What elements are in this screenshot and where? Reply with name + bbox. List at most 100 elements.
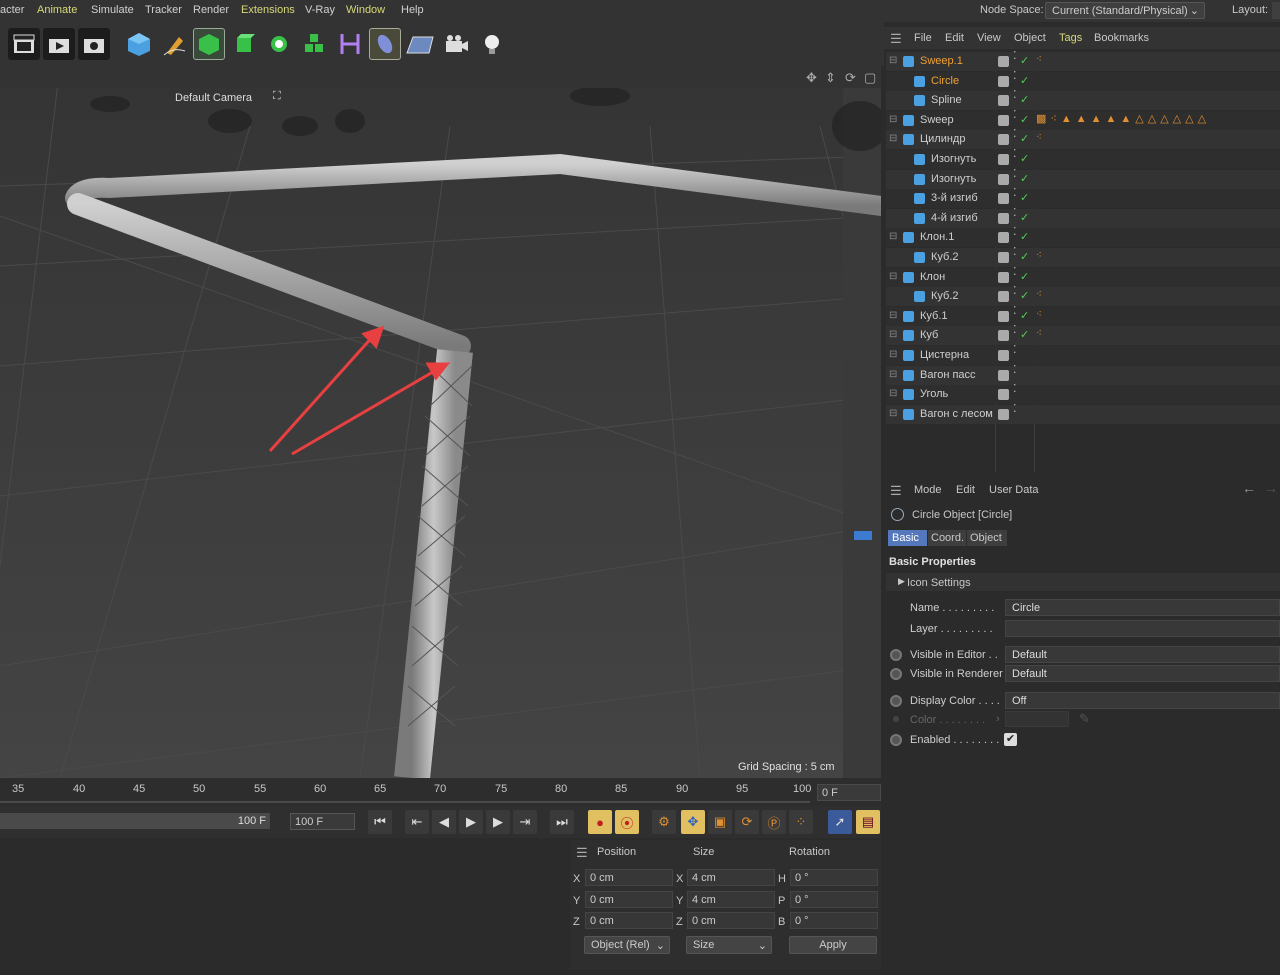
material-tag-icon[interactable]: ⁖ <box>1036 289 1042 300</box>
enabled-check-icon[interactable]: ✓ <box>1020 230 1029 243</box>
tab-coord[interactable]: Coord. <box>928 530 966 546</box>
apply-button[interactable]: Apply <box>789 936 877 954</box>
pen-button[interactable] <box>158 28 190 60</box>
object-row[interactable]: ⊟ Клон.1 ⁚ ✓ <box>886 227 1280 248</box>
display-color-select[interactable]: Off <box>1005 692 1280 709</box>
size-x-field[interactable]: 4 cm <box>687 869 775 886</box>
object-row[interactable]: ⊟ Sweep.1 ⁚ ✓ ⁖ <box>886 51 1280 71</box>
key-scale-button[interactable]: ▣ <box>708 810 732 834</box>
object-row[interactable]: 3-й изгиб ⁚ ✓ <box>886 188 1280 209</box>
autokey-button[interactable]: ⦿ <box>615 810 639 834</box>
layer-icon[interactable] <box>998 330 1009 342</box>
frame-range-slider[interactable]: 100 F <box>0 813 270 829</box>
object-row[interactable]: ⊟ Вагон с лесом ⁚ <box>886 403 1280 424</box>
am-menu-mode[interactable]: Mode <box>914 484 942 496</box>
visibility-dots-icon[interactable]: ⁚ <box>1013 70 1017 81</box>
prev-frame-button[interactable]: ◀ <box>432 810 456 834</box>
layer-icon[interactable] <box>998 408 1009 420</box>
enabled-check-icon[interactable]: ✓ <box>1020 191 1029 204</box>
expand-icon[interactable]: ⊟ <box>889 114 897 125</box>
camera-button[interactable] <box>440 28 472 60</box>
enabled-check-icon[interactable]: ✓ <box>1020 289 1029 302</box>
enabled-check-icon[interactable]: ✓ <box>1020 132 1029 145</box>
layer-icon[interactable] <box>998 389 1009 401</box>
visibility-dots-icon[interactable]: ⁚ <box>1013 129 1017 140</box>
enabled-check-icon[interactable]: ✓ <box>1020 270 1029 283</box>
object-row[interactable]: ⊟ Клон ⁚ ✓ <box>886 266 1280 287</box>
object-row[interactable]: Куб.2 ⁚ ✓ ⁖ <box>886 286 1280 307</box>
visibility-dots-icon[interactable]: ⁚ <box>1013 364 1017 375</box>
material-tag-icon[interactable]: ⁖ <box>1036 250 1042 261</box>
object-row[interactable]: ⊟ Цилиндр ⁚ ✓ ⁖ <box>886 129 1280 150</box>
render-view-button[interactable] <box>8 28 40 60</box>
render-settings-button[interactable] <box>78 28 110 60</box>
rotate-view-icon[interactable]: ⟳ <box>845 70 856 86</box>
object-row[interactable]: Изогнуть ⁚ ✓ <box>886 168 1280 189</box>
prev-key-button[interactable]: ⇤ <box>405 810 429 834</box>
layer-icon[interactable] <box>998 134 1009 146</box>
object-row[interactable]: Circle ⁚ ✓ <box>886 70 1280 91</box>
layer-icon[interactable] <box>998 252 1009 263</box>
menu-window[interactable]: Window <box>346 4 385 16</box>
layer-icon[interactable] <box>998 114 1009 126</box>
visibility-dots-icon[interactable]: ⁚ <box>1013 168 1017 179</box>
layer-icon[interactable] <box>998 291 1009 303</box>
enabled-check-icon[interactable]: ✓ <box>1020 250 1029 263</box>
rotation-p-field[interactable]: 0 ° <box>790 891 878 908</box>
om-menu-tags[interactable]: Tags <box>1059 32 1082 44</box>
light-button[interactable] <box>476 28 508 60</box>
rotation-h-field[interactable]: 0 ° <box>790 869 878 886</box>
enabled-check-icon[interactable]: ✓ <box>1020 309 1029 322</box>
visible-renderer-select[interactable]: Default <box>1005 665 1280 682</box>
expand-icon[interactable]: ⊟ <box>889 329 897 340</box>
render-active-button[interactable] <box>43 28 75 60</box>
hamburger-icon[interactable]: ☰ <box>890 483 902 499</box>
visibility-dots-icon[interactable]: ⁚ <box>1013 305 1017 316</box>
enabled-check-icon[interactable]: ✓ <box>1020 152 1029 165</box>
menu-vray[interactable]: V-Ray <box>305 4 335 16</box>
back-arrow-icon[interactable]: ← <box>1242 480 1256 496</box>
size-mode-select[interactable]: Size ⌄ <box>686 936 772 954</box>
visibility-dots-icon[interactable]: ⁚ <box>1013 90 1017 101</box>
key-position-button[interactable]: ✥ <box>681 810 705 834</box>
go-to-start-button[interactable]: ⏮ <box>368 810 392 834</box>
material-tag-icon[interactable]: ⁖ <box>1036 54 1042 65</box>
radio-icon[interactable] <box>890 649 902 661</box>
cube-button[interactable] <box>123 28 155 60</box>
maximize-view-icon[interactable]: ▢ <box>864 70 876 86</box>
play-button[interactable]: ▶ <box>459 810 483 834</box>
expand-icon[interactable]: ⊟ <box>889 231 897 242</box>
layer-icon[interactable] <box>998 95 1009 107</box>
expand-icon[interactable]: ⊟ <box>889 408 897 419</box>
camera-label[interactable]: Default Camera <box>175 92 252 104</box>
visibility-dots-icon[interactable]: ⁚ <box>1013 207 1017 218</box>
material-tag-icon[interactable]: ⁖ <box>1036 309 1042 320</box>
object-row[interactable]: ⊟ Цистерна ⁚ <box>886 345 1280 365</box>
keyframe-options-button[interactable]: ⚙ <box>652 810 676 834</box>
position-y-field[interactable]: 0 cm <box>585 891 673 908</box>
motion-button[interactable]: ➚ <box>828 810 852 834</box>
next-key-button[interactable]: ⇥ <box>513 810 537 834</box>
om-menu-view[interactable]: View <box>977 32 1001 44</box>
zoom-view-icon[interactable]: ⇕ <box>825 70 836 86</box>
radio-icon[interactable] <box>890 668 902 680</box>
layer-icon[interactable] <box>998 232 1009 244</box>
radio-icon[interactable] <box>890 734 902 746</box>
layer-icon[interactable] <box>998 193 1009 205</box>
node-space-select[interactable]: Current (Standard/Physical) ⌄ <box>1045 2 1205 19</box>
go-to-end-button[interactable]: ⏭ <box>550 810 574 834</box>
coordinate-mode-select[interactable]: Object (Rel) ⌄ <box>584 936 670 954</box>
visibility-dots-icon[interactable]: ⁚ <box>1013 403 1017 414</box>
expand-icon[interactable]: ⊟ <box>889 310 897 321</box>
visibility-dots-icon[interactable]: ⁚ <box>1013 188 1017 199</box>
visibility-dots-icon[interactable]: ⁚ <box>1013 325 1017 336</box>
tab-basic[interactable]: Basic <box>888 530 927 546</box>
hamburger-icon[interactable]: ☰ <box>576 845 588 861</box>
expand-icon[interactable]: ⊟ <box>889 271 897 282</box>
key-pla-button[interactable]: ⁘ <box>789 810 813 834</box>
key-rotation-button[interactable]: ⟳ <box>735 810 759 834</box>
om-menu-file[interactable]: File <box>914 32 932 44</box>
object-row[interactable]: ⊟ Уголь ⁚ <box>886 384 1280 405</box>
layer-icon[interactable] <box>998 212 1009 224</box>
layer-icon[interactable] <box>998 271 1009 283</box>
